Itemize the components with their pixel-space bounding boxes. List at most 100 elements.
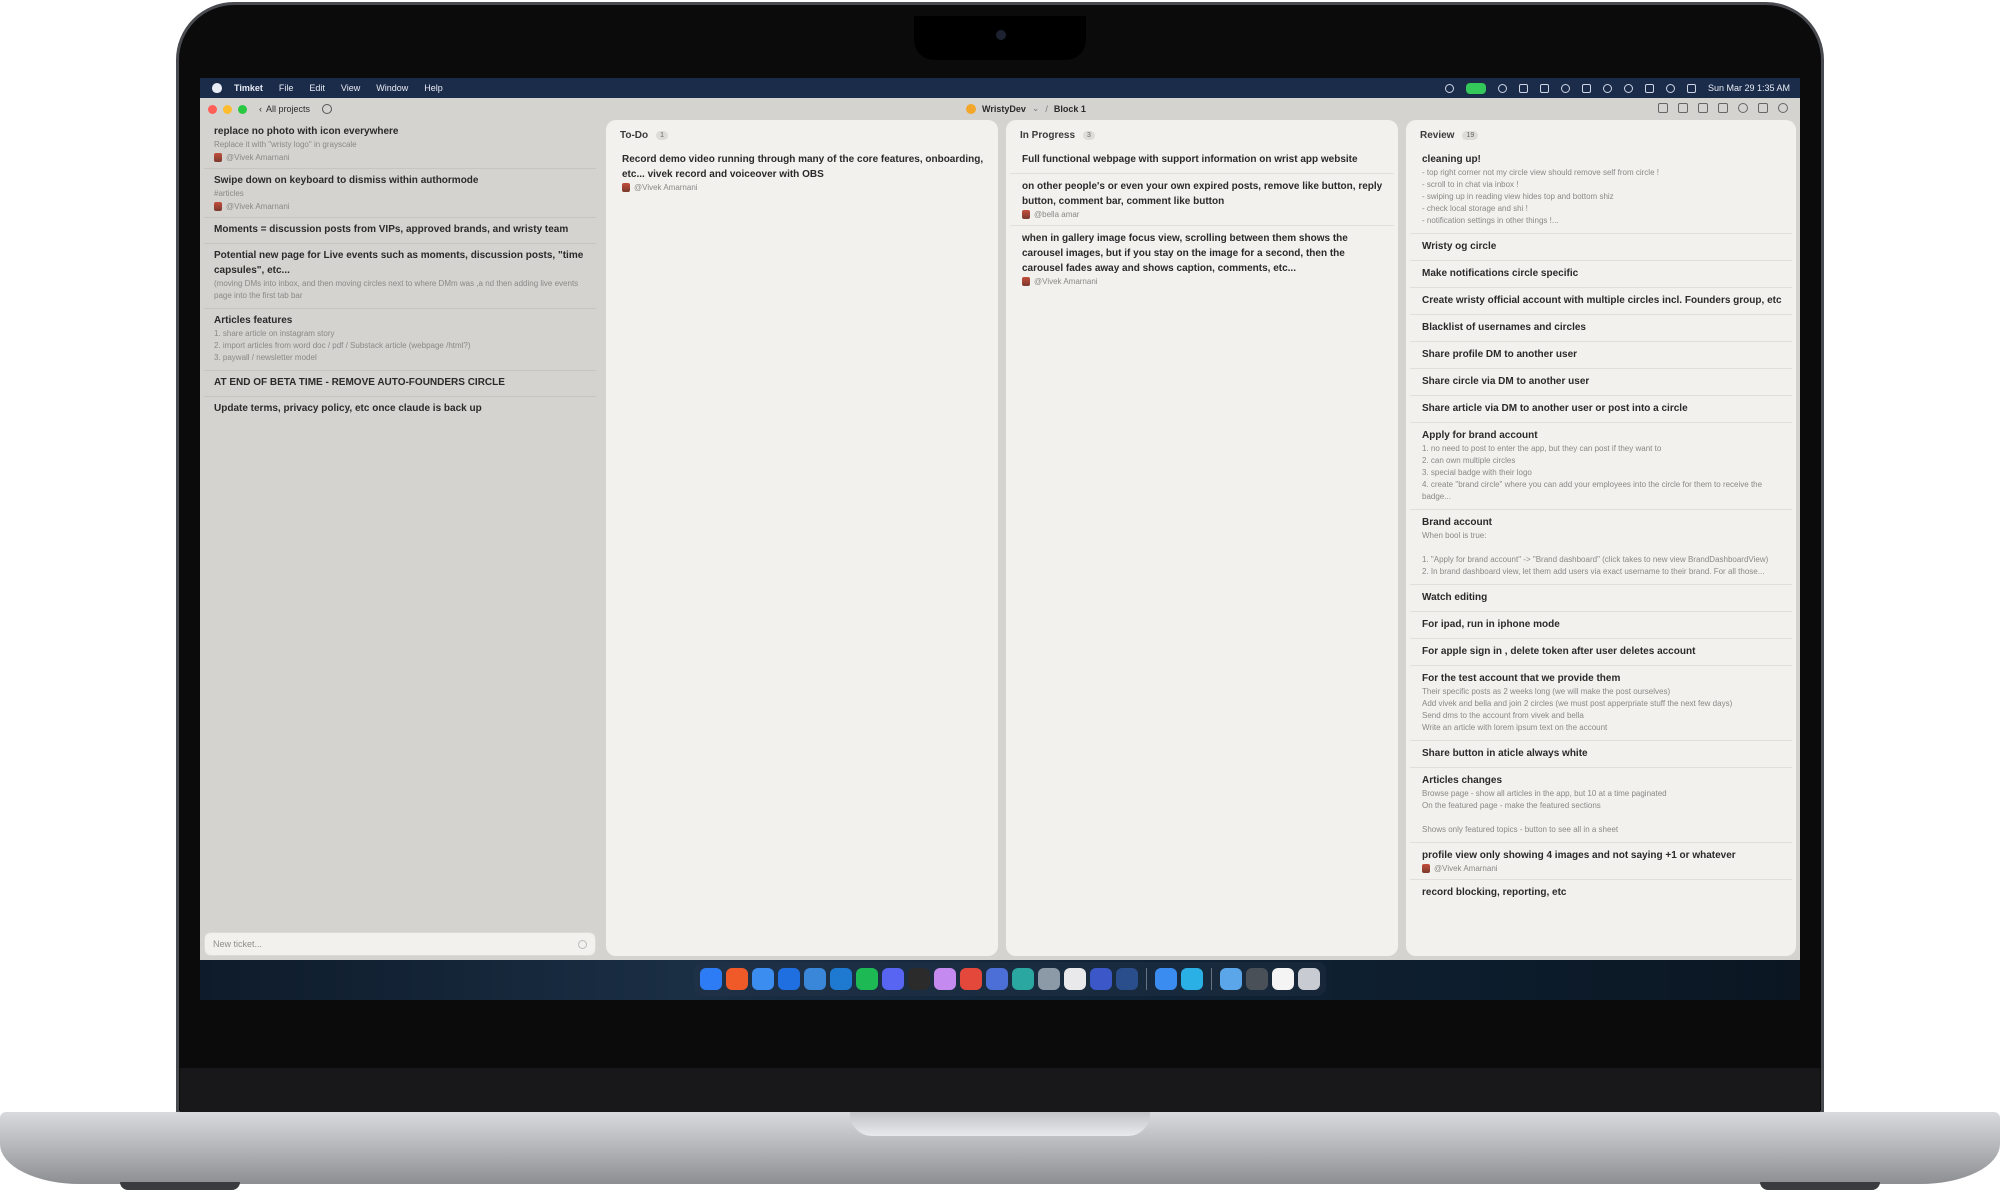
status-dot-icon[interactable]: [1444, 83, 1454, 93]
ticket-card[interactable]: Record demo video running through many o…: [610, 147, 994, 198]
screen-recording-icon[interactable]: [1465, 82, 1486, 94]
control-center-icon[interactable]: [1644, 83, 1654, 93]
chatgpt-icon[interactable]: [908, 968, 930, 990]
backlog-item[interactable]: replace no photo with icon everywhere Re…: [204, 120, 596, 169]
backlog-item[interactable]: AT END OF BETA TIME - REMOVE AUTO-FOUNDE…: [204, 371, 596, 397]
share-icon[interactable]: [1718, 103, 1728, 113]
ticket-card[interactable]: Blacklist of usernames and circles: [1410, 315, 1792, 342]
column-header: To-Do 1: [606, 120, 998, 147]
inbox-icon[interactable]: [1658, 103, 1668, 113]
backlog-item[interactable]: Update terms, privacy policy, etc once c…: [204, 397, 596, 422]
more-options-icon[interactable]: [1778, 103, 1788, 113]
ticket-card[interactable]: Share profile DM to another user: [1410, 342, 1792, 369]
user-switch-icon[interactable]: [1686, 83, 1696, 93]
settings-gear-icon[interactable]: [322, 104, 333, 114]
ticket-card[interactable]: Articles changes Browse page - show all …: [1410, 768, 1792, 843]
ticket-card[interactable]: Wristy og circle: [1410, 234, 1792, 261]
app-gray-icon[interactable]: [1038, 968, 1060, 990]
wifi-icon[interactable]: [1602, 83, 1612, 93]
ticket-card[interactable]: Watch editing: [1410, 585, 1792, 612]
ticket-assignee: @Vivek Amarnani: [622, 183, 984, 192]
ticket-title: replace no photo with icon everywhere: [214, 126, 399, 137]
brave-icon[interactable]: [726, 968, 748, 990]
project-dropdown-caret-icon[interactable]: ⌄: [1032, 103, 1040, 114]
new-ticket-input[interactable]: New ticket...: [204, 932, 596, 956]
close-window-button[interactable]: [208, 104, 217, 114]
menu-bar: Timket File Edit View Window Help Sun Ma…: [200, 78, 1800, 98]
ticket-card[interactable]: on other people's or even your own expir…: [1010, 174, 1394, 226]
ticket-title: Moments = discussion posts from VIPs, ap…: [214, 224, 569, 235]
menu-edit[interactable]: Edit: [309, 83, 325, 93]
ticket-card[interactable]: when in gallery image focus view, scroll…: [1010, 226, 1394, 292]
sync-icon[interactable]: [1497, 83, 1507, 93]
info-icon[interactable]: [1738, 103, 1748, 113]
column-todo: To-Do 1 Record demo video running throug…: [606, 120, 998, 956]
all-projects-button[interactable]: ‹ All projects: [259, 104, 310, 114]
display-icon[interactable]: [1539, 83, 1549, 93]
app-teal-icon[interactable]: [1012, 968, 1034, 990]
list-view-icon[interactable]: [1678, 103, 1688, 113]
column-title: Review: [1420, 130, 1455, 141]
avatar: [1022, 277, 1030, 286]
ticket-card[interactable]: For ipad, run in iphone mode: [1410, 612, 1792, 639]
backlog-item[interactable]: Articles features 1. share article on in…: [204, 309, 596, 371]
ticket-card[interactable]: Full functional webpage with support inf…: [1010, 147, 1394, 174]
menu-app-name[interactable]: Timket: [234, 83, 263, 93]
volume-icon[interactable]: [1581, 83, 1591, 93]
folder-icon[interactable]: [1220, 968, 1242, 990]
app-cyan-icon[interactable]: [1181, 968, 1203, 990]
block-name[interactable]: Block 1: [1054, 104, 1086, 114]
trash-icon[interactable]: [1298, 968, 1320, 990]
app-navy-icon[interactable]: [1116, 968, 1138, 990]
ticket-card[interactable]: Share button in aticle always white: [1410, 741, 1792, 768]
xcode-icon[interactable]: [778, 968, 800, 990]
menu-window[interactable]: Window: [376, 83, 408, 93]
app-blue-icon[interactable]: [986, 968, 1008, 990]
ticket-card[interactable]: profile view only showing 4 images and n…: [1410, 843, 1792, 880]
ticket-card[interactable]: For apple sign in , delete token after u…: [1410, 639, 1792, 666]
calendar-icon[interactable]: [1064, 968, 1086, 990]
claude-icon[interactable]: [934, 968, 956, 990]
ticket-card[interactable]: Create wristy official account with mult…: [1410, 288, 1792, 315]
menu-help[interactable]: Help: [424, 83, 443, 93]
ticket-card[interactable]: cleaning up! - top right corner not my c…: [1410, 147, 1792, 234]
menu-view[interactable]: View: [341, 83, 360, 93]
zoom-window-button[interactable]: [238, 104, 247, 114]
assignee-name: @Vivek Amarnani: [1034, 277, 1098, 286]
backlog-item[interactable]: Potential new page for Live events such …: [204, 244, 596, 309]
minimize-window-button[interactable]: [223, 104, 232, 114]
spotlight-search-icon[interactable]: [1623, 83, 1633, 93]
backlog-item[interactable]: Swipe down on keyboard to dismiss within…: [204, 169, 596, 218]
sidebar-toggle-icon[interactable]: [1758, 103, 1768, 113]
project-name[interactable]: WristyDev: [982, 104, 1026, 114]
ticket-card[interactable]: Make notifications circle specific: [1410, 261, 1792, 288]
ticket-card[interactable]: Brand account When bool is true: 1. "App…: [1410, 510, 1792, 585]
siri-icon[interactable]: [1665, 83, 1675, 93]
simulator-icon[interactable]: [804, 968, 826, 990]
apple-menu-icon[interactable]: [212, 83, 222, 93]
ticket-title: Share article via DM to another user or …: [1422, 403, 1688, 414]
vscode-icon[interactable]: [830, 968, 852, 990]
ticket-card[interactable]: record blocking, reporting, etc: [1410, 880, 1792, 906]
ticket-card[interactable]: Share circle via DM to another user: [1410, 369, 1792, 396]
document-icon[interactable]: [1272, 968, 1294, 990]
edit-icon[interactable]: [1698, 103, 1708, 113]
discord-icon[interactable]: [882, 968, 904, 990]
ticket-card[interactable]: For the test account that we provide the…: [1410, 666, 1792, 741]
app-status-icon[interactable]: [1518, 83, 1528, 93]
play-icon[interactable]: [1560, 83, 1570, 93]
mail-icon[interactable]: [1155, 968, 1177, 990]
menu-bar-clock[interactable]: Sun Mar 29 1:35 AM: [1708, 83, 1790, 93]
screenshot-icon[interactable]: [1246, 968, 1268, 990]
backlog-item[interactable]: Moments = discussion posts from VIPs, ap…: [204, 218, 596, 244]
ticket-card[interactable]: Share article via DM to another user or …: [1410, 396, 1792, 423]
submit-ticket-icon[interactable]: [578, 940, 587, 949]
spotify-icon[interactable]: [856, 968, 878, 990]
safari-icon[interactable]: [752, 968, 774, 990]
app-indigo-icon[interactable]: [1090, 968, 1112, 990]
menu-file[interactable]: File: [279, 83, 294, 93]
menu-bar-status-area: Sun Mar 29 1:35 AM: [1444, 82, 1800, 94]
app-red-icon[interactable]: [960, 968, 982, 990]
finder-icon[interactable]: [700, 968, 722, 990]
ticket-card[interactable]: Apply for brand account 1. no need to po…: [1410, 423, 1792, 510]
